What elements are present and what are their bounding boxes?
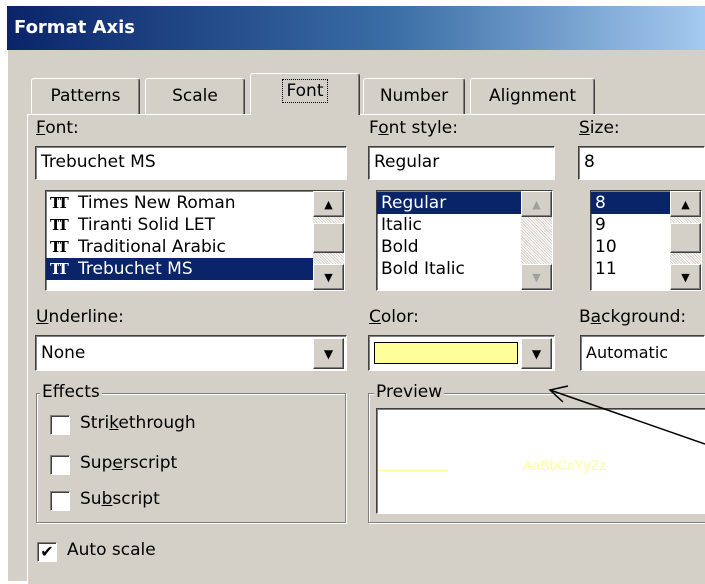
annotation-arrow bbox=[548, 385, 705, 445]
